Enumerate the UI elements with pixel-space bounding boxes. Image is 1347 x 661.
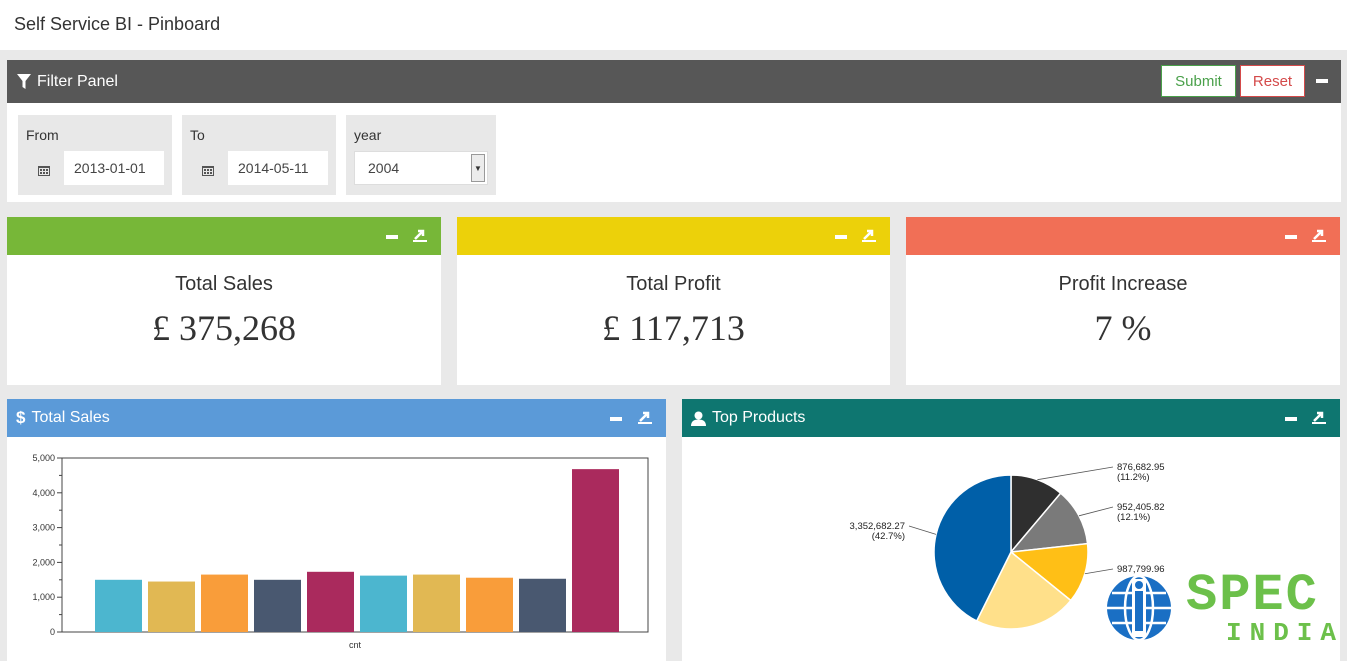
export-icon[interactable]: [862, 228, 876, 242]
kpi-value: £ 375,268: [152, 308, 296, 348]
kpi-title: Total Profit: [626, 273, 721, 295]
from-date-input[interactable]: [64, 151, 164, 185]
from-label: From: [26, 127, 59, 143]
kpi-header-profit-increase: [906, 217, 1340, 255]
kpi-value: 7 %: [1094, 308, 1152, 348]
products-chart-header: Top Products: [682, 399, 1340, 437]
filter-icon: [17, 73, 31, 89]
y-tick-label: 1,000: [32, 592, 55, 602]
kpi-title: Total Sales: [175, 273, 273, 295]
collapse-icon[interactable]: [610, 417, 622, 421]
page-title: Self Service BI - Pinboard: [14, 14, 221, 34]
kpi-value: £ 117,713: [602, 308, 745, 348]
bar-chart: 0 1,000 2,000 3,000 4,000 5,000 cnt: [32, 453, 649, 650]
from-filter: From: [18, 115, 172, 195]
kpi-header-total-sales: [7, 217, 441, 255]
to-filter: To: [182, 115, 336, 195]
calendar-icon[interactable]: [202, 164, 214, 176]
to-label: To: [190, 127, 205, 143]
y-tick-label: 3,000: [32, 523, 55, 533]
pie-percent-label: (12.1%): [1117, 512, 1150, 523]
bar: [413, 574, 460, 632]
pie-percent-label: (11.2%): [1117, 472, 1150, 483]
bar: [360, 575, 407, 632]
submit-button[interactable]: Submit: [1161, 65, 1236, 97]
bar: [466, 577, 513, 632]
to-date-input[interactable]: [228, 151, 328, 185]
y-tick-label: 2,000: [32, 557, 55, 567]
pie-leader-line: [1078, 506, 1114, 517]
sales-chart-title: Total Sales: [31, 409, 110, 426]
export-icon[interactable]: [638, 410, 652, 424]
export-icon[interactable]: [1312, 228, 1326, 242]
kpi-header-total-profit: [457, 217, 890, 255]
bar: [95, 579, 142, 632]
export-icon[interactable]: [413, 228, 427, 242]
collapse-filter-icon[interactable]: [1316, 79, 1328, 83]
sales-chart-body: 0 1,000 2,000 3,000 4,000 5,000 cnt: [7, 437, 666, 661]
collapse-icon[interactable]: [835, 235, 847, 239]
year-filter: year 2004 ▼: [346, 115, 496, 195]
reset-button[interactable]: Reset: [1240, 65, 1305, 97]
user-icon: [691, 411, 706, 426]
kpi-title: Profit Increase: [1058, 273, 1188, 295]
globe-logo-icon: [1107, 574, 1171, 642]
year-select-value: 2004: [368, 160, 400, 176]
products-chart-title: Top Products: [712, 409, 806, 426]
y-tick-label: 4,000: [32, 488, 55, 498]
pie-leader-line: [1037, 466, 1114, 481]
collapse-icon[interactable]: [386, 235, 398, 239]
collapse-icon[interactable]: [1285, 235, 1297, 239]
collapse-icon[interactable]: [1285, 417, 1297, 421]
y-tick-label: 0: [50, 627, 55, 637]
kpi-card-total-profit: Total Profit £ 117,713: [457, 255, 890, 385]
bar: [572, 469, 619, 632]
x-axis-label: cnt: [349, 640, 362, 650]
logo-text-spec: SPEC: [1186, 566, 1319, 625]
calendar-icon[interactable]: [38, 164, 50, 176]
filter-panel-header: Filter Panel: [7, 60, 1341, 103]
filter-panel-title: Filter Panel: [37, 72, 118, 90]
pie-percent-label: (42.7%): [872, 531, 905, 542]
y-tick-label: 5,000: [32, 453, 55, 463]
pie-leader-line: [908, 525, 937, 535]
bar: [307, 571, 354, 632]
sales-chart-header: $ Total Sales: [7, 399, 666, 437]
chevron-down-icon[interactable]: ▼: [471, 154, 485, 182]
bar: [201, 574, 248, 632]
year-label: year: [354, 127, 382, 143]
bar: [148, 581, 195, 632]
top-bar: Self Service BI - Pinboard: [0, 0, 1347, 50]
kpi-card-total-sales: Total Sales £ 375,268: [7, 255, 441, 385]
bar: [519, 578, 566, 632]
bar: [254, 579, 301, 632]
logo-text-india: INDIA: [1226, 618, 1345, 648]
year-select[interactable]: 2004 ▼: [354, 151, 488, 185]
export-icon[interactable]: [1312, 410, 1326, 424]
kpi-card-profit-increase: Profit Increase 7 %: [906, 255, 1340, 385]
dollar-icon: $: [16, 408, 26, 427]
